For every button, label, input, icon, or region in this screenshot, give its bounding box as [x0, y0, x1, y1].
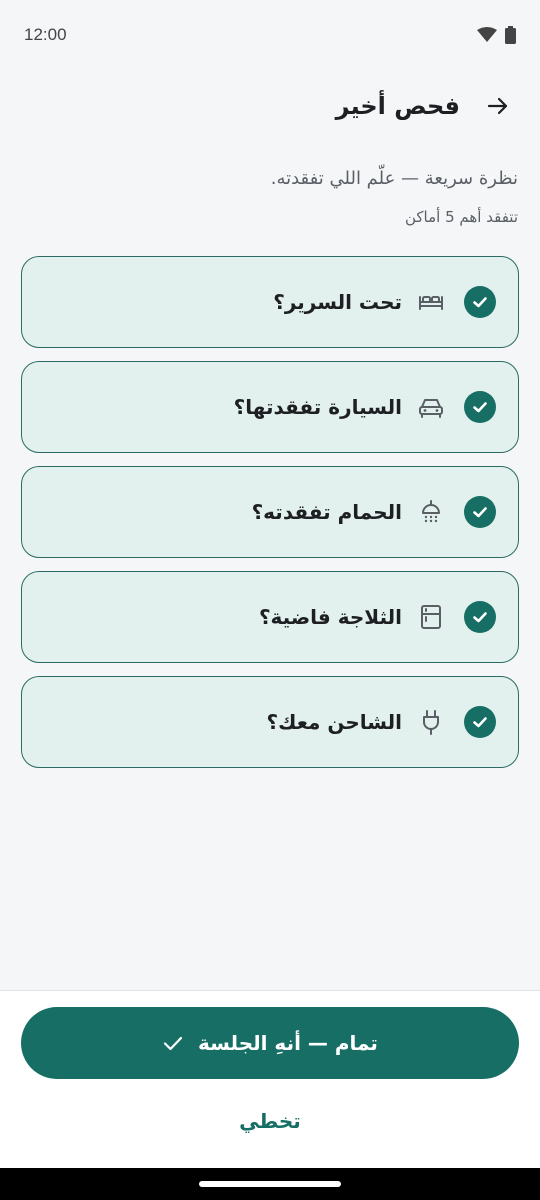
checklist-item-label: السيارة تفقدتها؟ — [233, 395, 402, 419]
bottom-action-panel: تمام — أنهِ الجلسة تخطي — [0, 990, 540, 1169]
finish-session-button[interactable]: تمام — أنهِ الجلسة — [21, 1007, 519, 1079]
checked-icon[interactable] — [464, 286, 496, 318]
subtitle: نظرة سريعة — علّم اللي تفقدته. — [270, 168, 518, 189]
checklist-item-fridge[interactable]: الثلاجة فاضية؟ — [21, 571, 519, 663]
shower-icon — [416, 497, 446, 527]
back-button[interactable] — [478, 86, 518, 126]
checklist-hint: تتفقد أهم 5 أماكن — [404, 208, 518, 226]
checklist-item-bathroom[interactable]: الحمام تفقدته؟ — [21, 466, 519, 558]
checklist-item-car[interactable]: السيارة تفقدتها؟ — [21, 361, 519, 453]
checked-icon[interactable] — [464, 601, 496, 633]
checklist-item-label: الثلاجة فاضية؟ — [258, 605, 402, 629]
page-title: فحص أخير — [335, 92, 460, 120]
checklist-item-label: الشاحن معك؟ — [266, 710, 403, 734]
system-nav-bar — [0, 1168, 540, 1200]
checked-icon[interactable] — [464, 706, 496, 738]
checklist-item-under-bed[interactable]: تحت السرير؟ — [21, 256, 519, 348]
checklist-item-label: تحت السرير؟ — [273, 290, 402, 314]
status-icons — [477, 26, 516, 44]
skip-button[interactable]: تخطي — [0, 1109, 540, 1133]
checklist: تحت السرير؟ السيارة تفقدتها؟ الحمام تفقد… — [21, 256, 519, 781]
fridge-icon — [416, 602, 446, 632]
checklist-item-label: الحمام تفقدته؟ — [251, 500, 402, 524]
status-time: 12:00 — [24, 25, 67, 44]
wifi-icon — [477, 27, 497, 42]
checked-icon[interactable] — [464, 496, 496, 528]
checklist-item-charger[interactable]: الشاحن معك؟ — [21, 676, 519, 768]
checked-icon[interactable] — [464, 391, 496, 423]
finish-button-label: تمام — أنهِ الجلسة — [198, 1031, 378, 1055]
check-icon — [162, 1032, 184, 1054]
status-bar: 12:00 — [0, 0, 540, 70]
arrow-right-icon — [487, 97, 508, 115]
bed-icon — [416, 287, 446, 317]
app-header: فحص أخير — [0, 80, 540, 132]
car-icon — [416, 392, 446, 422]
battery-icon — [505, 26, 516, 44]
plug-icon — [416, 707, 446, 737]
home-indicator[interactable] — [199, 1181, 341, 1187]
